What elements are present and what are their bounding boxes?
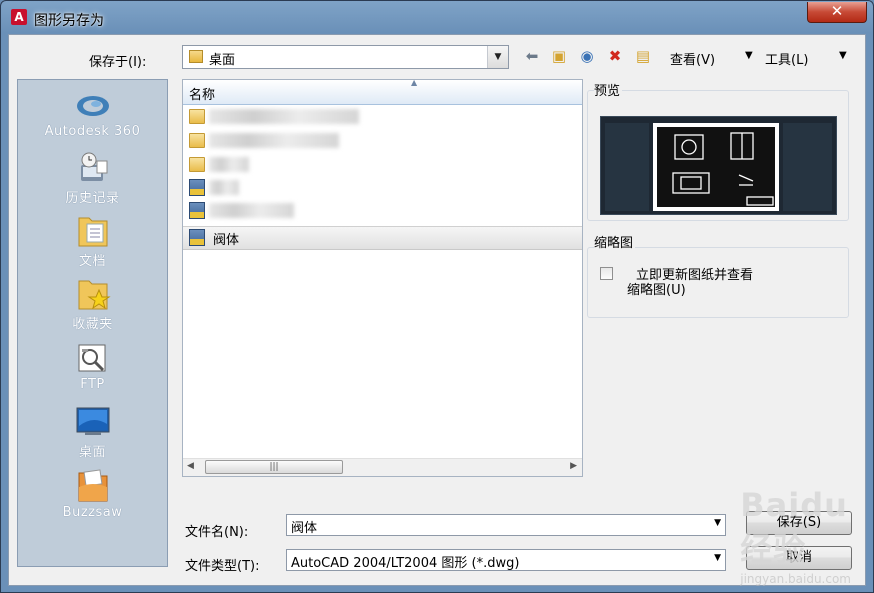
place-desktop[interactable]: 桌面 xyxy=(18,405,167,460)
save-in-combo[interactable]: 桌面 ▼ xyxy=(182,45,509,69)
dwg-file-icon xyxy=(189,179,205,196)
place-ftp[interactable]: FTP xyxy=(18,341,167,392)
folder-icon xyxy=(189,133,205,148)
horizontal-scrollbar[interactable]: ◀ ||| ▶ xyxy=(183,458,582,476)
up-folder-icon[interactable]: ▣ xyxy=(549,46,569,66)
place-autodesk-360[interactable]: Autodesk 360 xyxy=(18,88,167,139)
filetype-dropdown-icon[interactable]: ▼ xyxy=(714,553,721,563)
filetype-select[interactable]: AutoCAD 2004/LT2004 图形 (*.dwg) ▼ xyxy=(286,549,726,571)
favorites-folder-icon xyxy=(75,277,111,311)
column-header-name[interactable]: ▲ 名称 xyxy=(183,80,582,105)
place-label: 文档 xyxy=(78,254,106,269)
cloud-icon xyxy=(75,88,111,122)
tools-menu[interactable]: 工具(L) xyxy=(765,49,808,68)
scroll-thumb[interactable]: ||| xyxy=(205,460,343,474)
close-button[interactable]: ✕ xyxy=(807,2,867,23)
update-thumbnail-checkbox[interactable] xyxy=(600,267,613,280)
place-label: FTP xyxy=(80,377,105,392)
file-list[interactable]: ▲ 名称 阀体 ◀ ||| ▶ xyxy=(182,79,583,477)
watermark: Baidu经验 jingyan.baidu.com xyxy=(740,486,851,586)
back-arrow-icon[interactable]: ⬅ xyxy=(522,46,542,66)
filename-dropdown-icon[interactable]: ▼ xyxy=(714,518,721,528)
list-item[interactable] xyxy=(189,202,569,220)
places-bar: Autodesk 360 历史记录 文档 收藏夹 FTP 桌面 Buzzsaw xyxy=(17,79,168,567)
checkbox-label-line2: 缩略图(U) xyxy=(627,283,686,298)
filetype-value: AutoCAD 2004/LT2004 图形 (*.dwg) xyxy=(291,556,520,571)
blurred-filename xyxy=(209,109,359,124)
tools-dropdown-icon[interactable]: ▼ xyxy=(839,50,847,61)
filetype-label: 文件类型(T): xyxy=(185,559,260,574)
place-label: 桌面 xyxy=(78,445,106,460)
folder-icon xyxy=(189,157,205,172)
autocad-app-icon: A xyxy=(11,9,27,25)
history-icon xyxy=(75,151,111,185)
place-label: Autodesk 360 xyxy=(44,124,141,139)
delete-icon[interactable]: ✖ xyxy=(605,46,625,66)
filename-value: 阀体 xyxy=(291,521,318,536)
place-label: 历史记录 xyxy=(65,191,120,206)
chevron-down-icon[interactable]: ▼ xyxy=(487,46,508,68)
filename-input[interactable]: 阀体 ▼ xyxy=(286,514,726,536)
desktop-icon xyxy=(75,405,111,439)
desktop-folder-icon xyxy=(189,50,203,63)
dialog-client-area: 保存于(I): 桌面 ▼ ⬅ ▣ ◉ ✖ ▤ 查看(V) ▼ 工具(L) ▼ A… xyxy=(8,34,866,586)
list-item[interactable] xyxy=(189,132,569,150)
window-title: 图形另存为 xyxy=(34,13,104,29)
selected-file-name: 阀体 xyxy=(213,233,240,248)
filename-label: 文件名(N): xyxy=(185,525,249,540)
title-bar[interactable]: A 图形另存为 ✕ xyxy=(1,1,873,35)
dwg-file-icon xyxy=(189,202,205,219)
column-header-label: 名称 xyxy=(189,88,216,103)
view-menu[interactable]: 查看(V) xyxy=(670,49,715,68)
blurred-filename xyxy=(209,180,239,195)
sort-ascending-icon: ▲ xyxy=(411,79,418,87)
list-item[interactable] xyxy=(189,179,569,197)
blurred-filename xyxy=(209,157,249,172)
place-label: Buzzsaw xyxy=(62,505,123,520)
new-folder-icon[interactable]: ▤ xyxy=(633,46,653,66)
view-dropdown-icon[interactable]: ▼ xyxy=(745,50,753,61)
list-item[interactable] xyxy=(189,156,569,174)
preview-title: 预览 xyxy=(594,80,623,99)
place-history[interactable]: 历史记录 xyxy=(18,151,167,206)
list-item[interactable] xyxy=(189,108,569,126)
place-label: 收藏夹 xyxy=(72,317,113,332)
drawing-preview xyxy=(600,116,837,215)
documents-folder-icon xyxy=(75,214,111,248)
scroll-right-icon[interactable]: ▶ xyxy=(570,461,577,471)
save-as-dialog: A 图形另存为 ✕ 保存于(I): 桌面 ▼ ⬅ ▣ ◉ ✖ ▤ 查看(V) ▼… xyxy=(0,0,874,593)
place-buzzsaw[interactable]: Buzzsaw xyxy=(18,469,167,520)
watermark-url: jingyan.baidu.com xyxy=(740,572,851,586)
search-web-icon[interactable]: ◉ xyxy=(577,46,597,66)
scroll-left-icon[interactable]: ◀ xyxy=(187,461,194,471)
save-in-label: 保存于(I): xyxy=(89,55,147,70)
blurred-filename xyxy=(209,133,339,148)
thumbnail-title: 缩略图 xyxy=(594,232,636,251)
buzzsaw-icon xyxy=(75,469,111,503)
folder-icon xyxy=(189,109,205,124)
dwg-file-icon xyxy=(189,229,205,246)
watermark-logo: Baidu经验 xyxy=(740,486,848,568)
place-favorites[interactable]: 收藏夹 xyxy=(18,277,167,332)
place-documents[interactable]: 文档 xyxy=(18,214,167,269)
blurred-filename xyxy=(209,203,294,218)
ftp-icon xyxy=(75,341,111,375)
save-in-value: 桌面 xyxy=(209,53,236,68)
list-item-selected[interactable]: 阀体 xyxy=(183,226,582,250)
